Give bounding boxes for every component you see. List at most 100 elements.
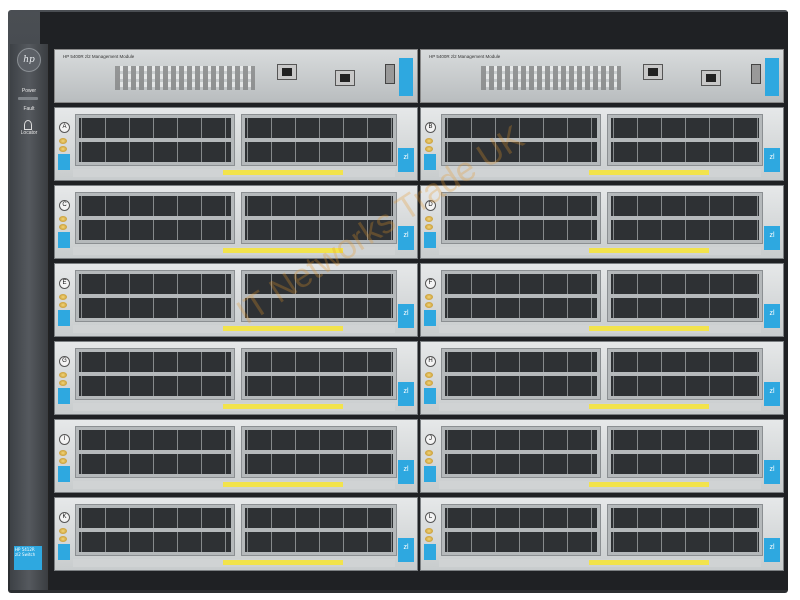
port-bank [441,348,601,400]
rj45-port-row [611,142,759,162]
port-bank [441,426,601,478]
port-bank [75,504,235,556]
thumbscrew [425,146,433,152]
rj45-port-row [79,298,231,318]
locator-label: Locator [20,130,38,136]
slot-info-strip [73,481,395,489]
thumbscrew [59,138,67,144]
poe-label [58,232,70,248]
port-bank [75,270,235,322]
thumbscrew [59,450,67,456]
thumbscrew [425,450,433,456]
port-bank [607,504,763,556]
rj45-port-row [245,352,393,372]
zl-badge: zl [398,304,414,328]
rj45-port-row [79,220,231,240]
rj45-port-row [445,220,597,240]
rj45-port-row [79,118,231,138]
thumbscrew [59,294,67,300]
slot-letter: E [59,278,70,289]
poe-label [58,154,70,170]
rj45-port-row [245,508,393,528]
poe-warning-label [589,560,709,565]
zl-badge: zl [764,148,780,172]
thumbscrew [425,138,433,144]
management-module: HP 5400R zl2 Management Module [420,49,784,103]
zl-badge: zl [398,382,414,406]
slot-letter: G [59,356,70,367]
thumbscrew [425,302,433,308]
zl-badge: zl [764,304,780,328]
status-led-grid [481,66,621,90]
slot-info-strip [439,559,761,567]
poe-label [424,466,436,482]
poe-label [424,232,436,248]
slot-letter: K [59,512,70,523]
rj45-port-row [611,298,759,318]
rj45-port-row [79,274,231,294]
slot-letter: B [425,122,436,133]
usb-port [751,64,761,84]
slot-info-strip [439,325,761,333]
rj45-port-row [79,454,231,474]
line-card-slot: Gzl [54,341,418,415]
slot-letter: A [59,122,70,133]
slot-letter: H [425,356,436,367]
slot-info-strip [73,559,395,567]
port-bank [75,114,235,166]
thumbscrew [59,224,67,230]
rj45-port-row [445,376,597,396]
port-bank [441,270,601,322]
zl-badge: zl [398,460,414,484]
management-module: HP 5400R zl2 Management Module [54,49,418,103]
thumbscrew [425,224,433,230]
poe-warning-label [223,326,343,331]
rj45-port-row [611,532,759,552]
rj45-port-row [79,532,231,552]
poe-warning-label [589,326,709,331]
power-led [18,97,38,100]
port-bank [441,504,601,556]
slot-info-strip [439,481,761,489]
rj45-port-row [445,298,597,318]
thumbscrew [59,536,67,542]
slot-letter: C [59,200,70,211]
module-title: HP 5400R zl2 Management Module [429,54,501,59]
line-card-slot: Kzl [54,497,418,571]
zl-badge: zl [398,538,414,562]
rj45-port-row [611,196,759,216]
thumbscrew [425,536,433,542]
zl-badge: zl [764,538,780,562]
poe-label [424,388,436,404]
thumbscrew [425,294,433,300]
line-card-slot: Hzl [420,341,784,415]
rj45-port-row [611,508,759,528]
rj45-port-row [445,274,597,294]
thumbscrew [59,458,67,464]
rj45-port-row [445,352,597,372]
slot-info-strip [439,247,761,255]
poe-label [58,466,70,482]
poe-label [424,544,436,560]
rj45-port-row [611,118,759,138]
poe-label [58,388,70,404]
rj45-port-row [245,454,393,474]
port-bank [607,192,763,244]
port-bank [607,426,763,478]
thumbscrew [59,302,67,308]
line-card-slot: Fzl [420,263,784,337]
switch-photo: hp Power Fault Locator HP 5412R zl2 Swit… [0,0,800,600]
line-card-slot: Izl [54,419,418,493]
poe-warning-label [223,404,343,409]
rj45-port-row [445,196,597,216]
rj45-port-row [445,508,597,528]
poe-warning-label [223,560,343,565]
rj45-port-row [245,142,393,162]
rj45-port-row [79,430,231,450]
usb-port [385,64,395,84]
slot-info-strip [73,325,395,333]
rj45-port-row [611,454,759,474]
module-title: HP 5400R zl2 Management Module [63,54,135,59]
console-port [335,70,355,86]
thumbscrew [59,372,67,378]
